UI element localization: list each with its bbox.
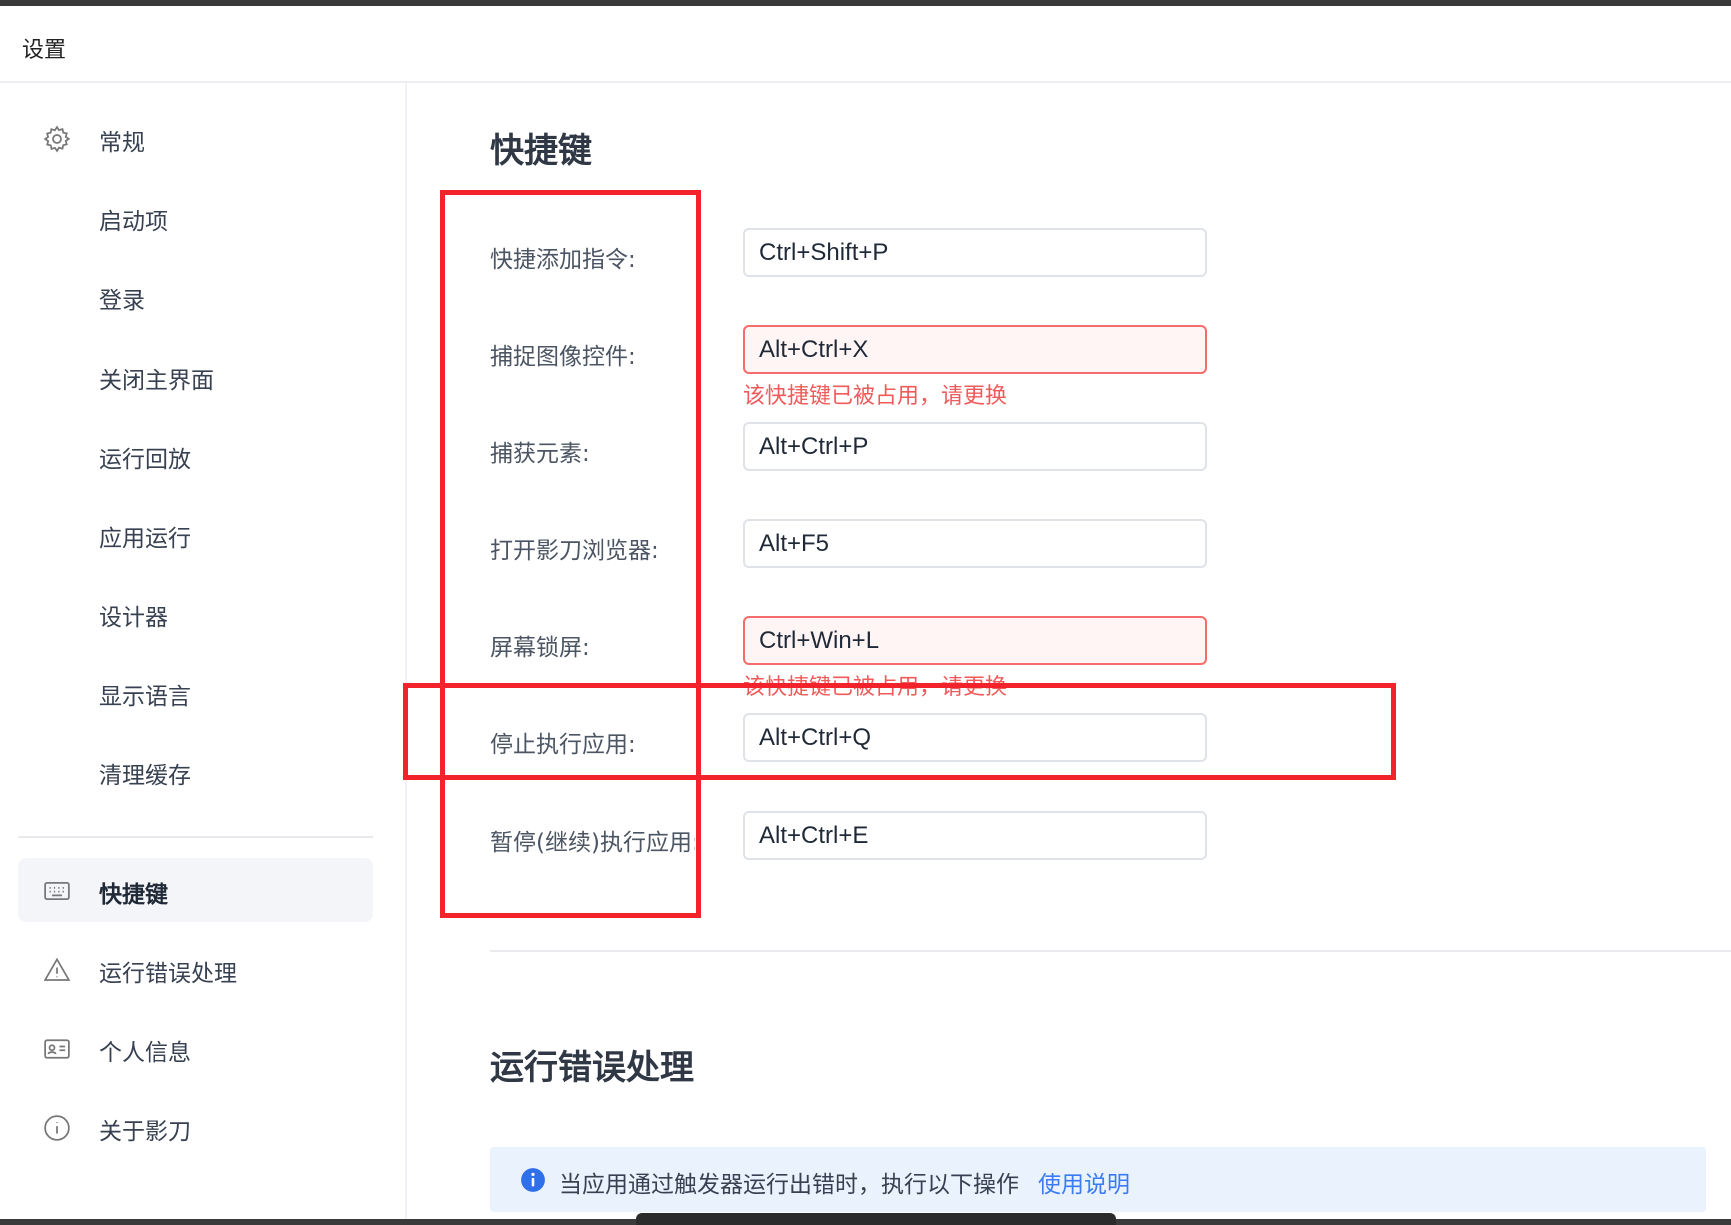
shortcut-input-stop-app[interactable] bbox=[743, 713, 1207, 762]
sidebar-item-label: 应用运行 bbox=[99, 526, 191, 552]
sidebar-item-label: 常规 bbox=[99, 130, 145, 156]
sidebar-item-label: 关闭主界面 bbox=[99, 368, 214, 394]
sidebar-item-about[interactable]: 关于影刀 bbox=[18, 1095, 373, 1159]
settings-sidebar: 常规 启动项 登录 关闭主界面 运行回放 应用运行 设计器 显示语言 清理缓存 … bbox=[0, 83, 407, 1219]
sidebar-item-label: 登录 bbox=[99, 288, 145, 314]
sidebar-item-label: 快捷键 bbox=[99, 882, 168, 908]
shortcut-label-add-command: 快捷添加指令: bbox=[490, 247, 636, 273]
error-handling-section-title: 运行错误处理 bbox=[490, 1048, 694, 1088]
sidebar-item-label: 关于影刀 bbox=[99, 1119, 191, 1145]
window-title: 设置 bbox=[22, 38, 67, 63]
shortcut-input-add-command[interactable] bbox=[743, 228, 1207, 277]
shortcut-error-lock-screen: 该快捷键已被占用，请更换 bbox=[743, 675, 1008, 700]
error-handling-info-bar: 当应用通过触发器运行出错时，执行以下操作 使用说明 bbox=[490, 1147, 1706, 1212]
shortcuts-section-title: 快捷键 bbox=[490, 131, 592, 171]
shortcut-label-lock-screen: 屏幕锁屏: bbox=[490, 635, 590, 661]
sidebar-item-run-playback[interactable]: 运行回放 bbox=[18, 423, 373, 487]
bottom-handle bbox=[636, 1213, 1116, 1225]
shortcut-input-lock-screen[interactable] bbox=[743, 616, 1207, 665]
keyboard-icon bbox=[44, 882, 70, 900]
sidebar-item-startup[interactable]: 启动项 bbox=[18, 185, 373, 249]
id-card-icon bbox=[44, 1039, 70, 1059]
shortcut-input-open-browser[interactable] bbox=[743, 519, 1207, 568]
sidebar-item-shortcuts[interactable]: 快捷键 bbox=[18, 858, 373, 922]
gear-icon bbox=[43, 125, 71, 153]
sidebar-item-label: 运行回放 bbox=[99, 447, 191, 473]
sidebar-item-error-handling[interactable]: 运行错误处理 bbox=[18, 937, 373, 1001]
sidebar-item-label: 启动项 bbox=[99, 209, 168, 235]
sidebar-item-app-run[interactable]: 应用运行 bbox=[18, 502, 373, 566]
sidebar-item-general[interactable]: 常规 bbox=[18, 106, 373, 170]
shortcut-input-capture-image[interactable] bbox=[743, 325, 1207, 374]
settings-content: 快捷键 快捷添加指令: 捕捉图像控件: 该快捷键已被占用，请更换 捕获元素: 打… bbox=[406, 83, 1731, 1219]
shortcut-label-capture-element: 捕获元素: bbox=[490, 441, 590, 467]
section-divider bbox=[490, 950, 1731, 952]
info-icon bbox=[44, 1115, 70, 1141]
sidebar-item-language[interactable]: 显示语言 bbox=[18, 660, 373, 724]
shortcut-label-stop-app: 停止执行应用: bbox=[490, 732, 636, 758]
shortcut-label-pause-app: 暂停(继续)执行应用: bbox=[490, 830, 695, 856]
sidebar-item-label: 显示语言 bbox=[99, 684, 191, 710]
sidebar-item-label: 个人信息 bbox=[99, 1040, 191, 1066]
sidebar-item-login[interactable]: 登录 bbox=[18, 264, 373, 328]
sidebar-item-close-main[interactable]: 关闭主界面 bbox=[18, 344, 373, 408]
sidebar-item-clear-cache[interactable]: 清理缓存 bbox=[18, 739, 373, 803]
shortcut-label-open-browser: 打开影刀浏览器: bbox=[490, 538, 659, 564]
shortcut-error-capture-image: 该快捷键已被占用，请更换 bbox=[743, 384, 1008, 409]
sidebar-item-designer[interactable]: 设计器 bbox=[18, 581, 373, 645]
settings-title-bar: 设置 bbox=[0, 6, 1731, 83]
shortcut-input-capture-element[interactable] bbox=[743, 422, 1207, 471]
shortcut-input-pause-app[interactable] bbox=[743, 811, 1207, 860]
sidebar-item-personal-info[interactable]: 个人信息 bbox=[18, 1016, 373, 1080]
sidebar-divider bbox=[18, 836, 373, 838]
shortcut-label-capture-image: 捕捉图像控件: bbox=[490, 344, 636, 370]
sidebar-item-label: 清理缓存 bbox=[99, 763, 191, 789]
sidebar-item-label: 运行错误处理 bbox=[99, 961, 237, 987]
warning-icon bbox=[43, 957, 71, 981]
usage-guide-link[interactable]: 使用说明 bbox=[1038, 1165, 1130, 1199]
info-text: 当应用通过触发器运行出错时，执行以下操作 bbox=[559, 1172, 1019, 1198]
info-filled-icon bbox=[521, 1168, 545, 1192]
sidebar-item-label: 设计器 bbox=[99, 605, 168, 631]
